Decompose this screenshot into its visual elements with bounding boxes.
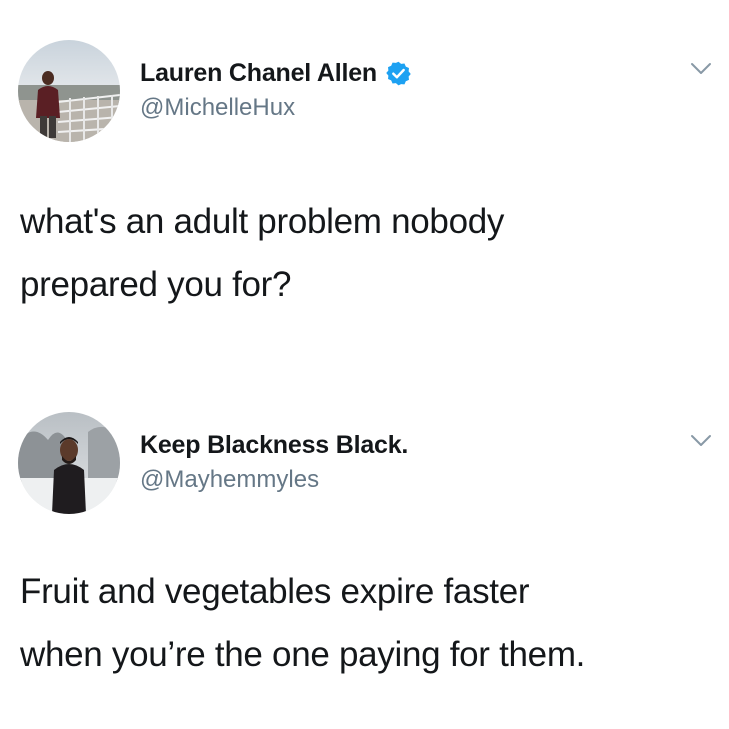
user-handle[interactable]: @Mayhemmyles (140, 466, 319, 494)
avatar-photo (18, 412, 120, 514)
tweet-text-line: what's an adult problem nobody (20, 202, 505, 241)
verified-badge-icon (386, 61, 411, 86)
author-name-row: Lauren Chanel Allen (140, 59, 412, 88)
chevron-down-icon[interactable] (690, 62, 712, 76)
tweet-text-line: when you’re the one paying for them. (20, 635, 586, 674)
tweet-text-line: Fruit and vegetables expire faster (20, 572, 530, 611)
avatar[interactable] (18, 412, 120, 514)
user-handle[interactable]: @MichelleHux (140, 94, 295, 122)
tweet-text: Fruit and vegetables expire faster when … (20, 560, 710, 686)
tweet-text: what's an adult problem nobody prepared … (20, 190, 710, 316)
display-name[interactable]: Lauren Chanel Allen (140, 59, 377, 88)
display-name[interactable]: Keep Blackness Black. (140, 431, 408, 460)
avatar-photo (18, 40, 120, 142)
avatar[interactable] (18, 40, 120, 142)
chevron-down-icon[interactable] (690, 434, 712, 448)
tweet-text-line: prepared you for? (20, 265, 292, 304)
author-name-row: Keep Blackness Black. (140, 431, 408, 460)
